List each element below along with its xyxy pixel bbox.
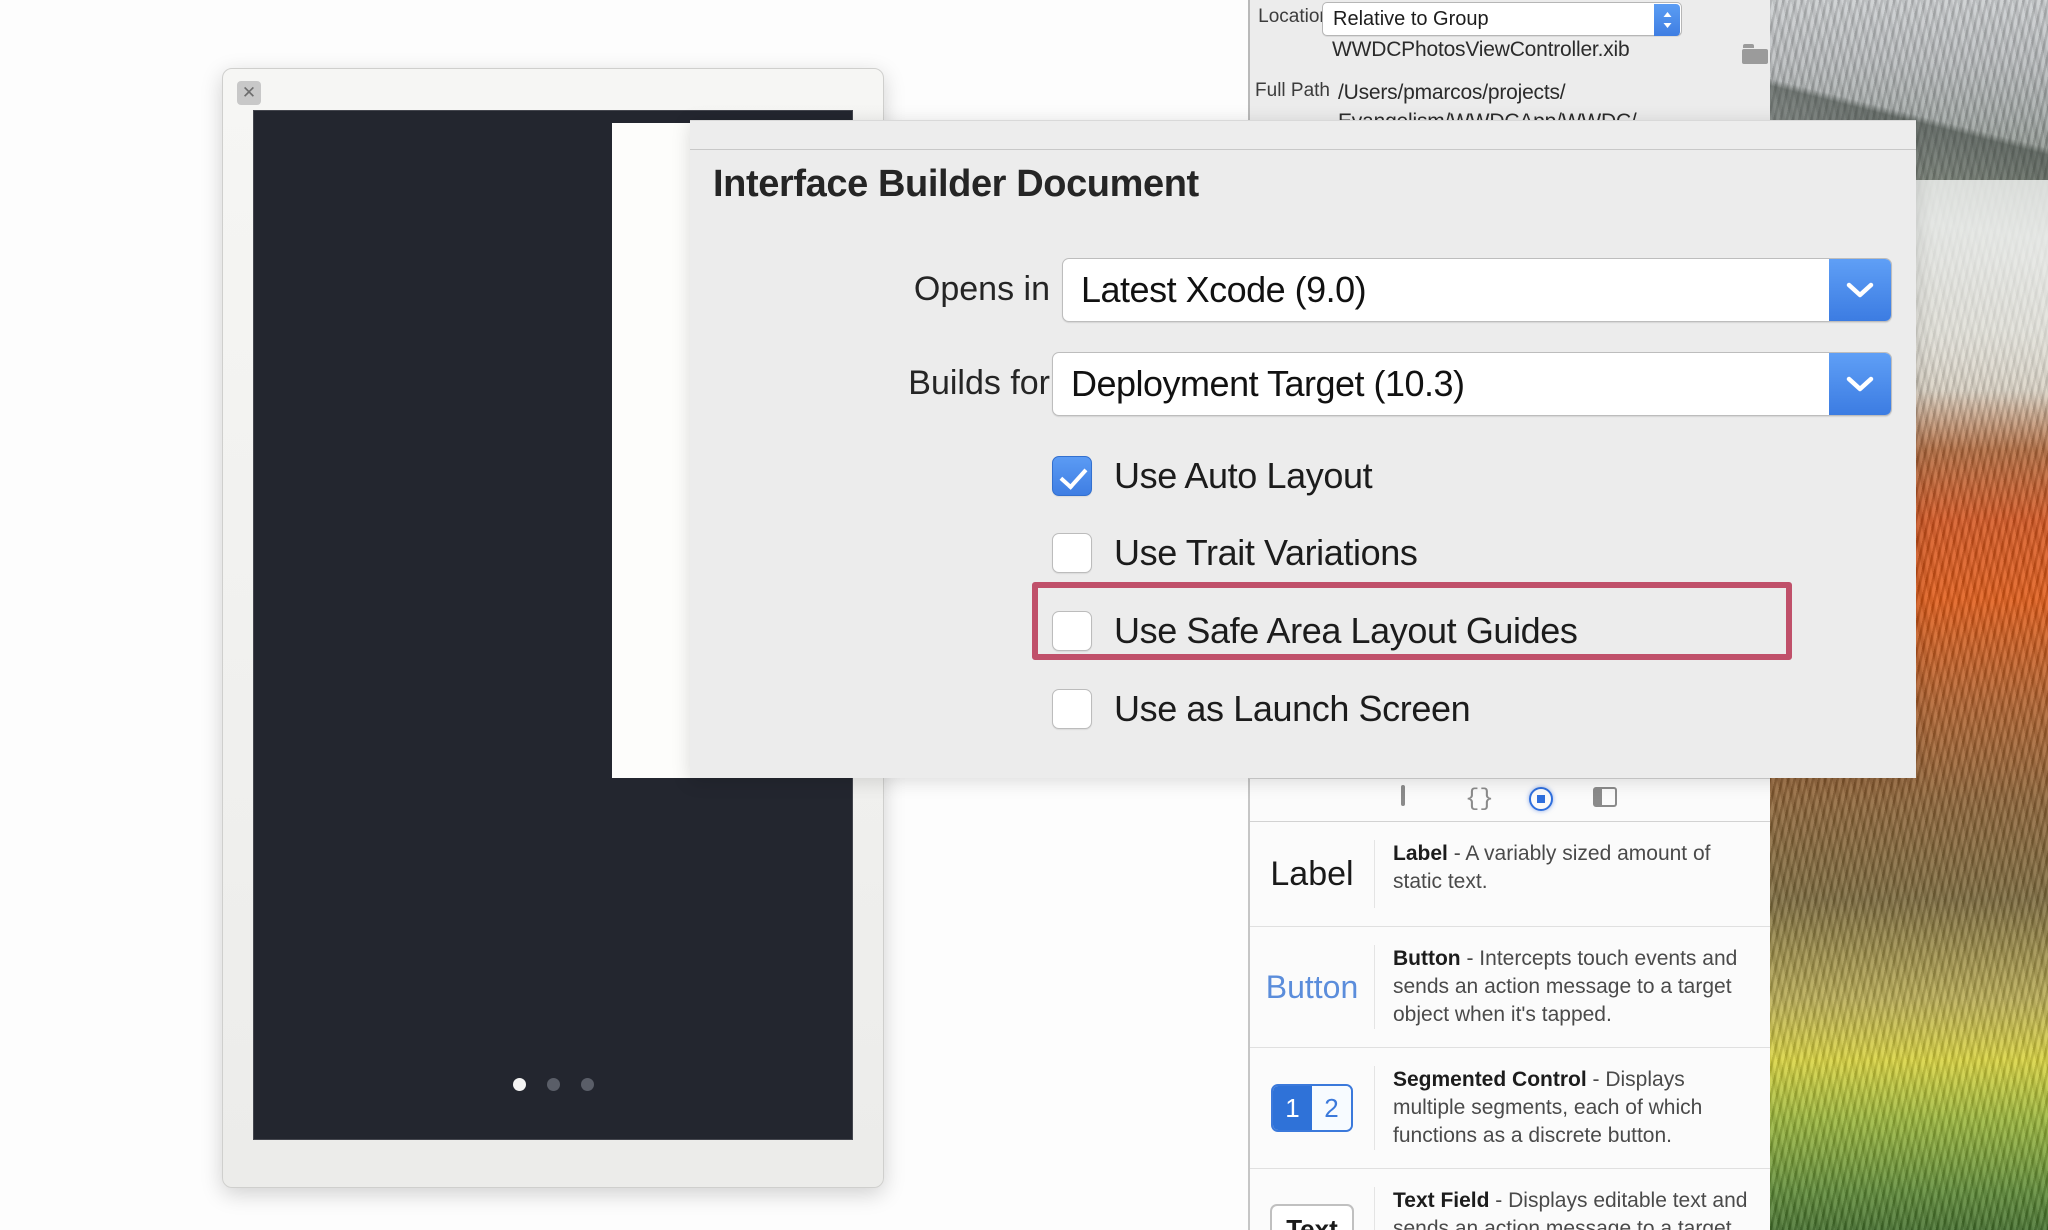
checkbox-row-use-safe-area-layout-guides[interactable]: Use Safe Area Layout Guides [1052, 607, 1578, 655]
list-item[interactable]: Text Text Field - Displays editable text… [1250, 1169, 1770, 1230]
segment-1: 1 [1273, 1086, 1312, 1130]
close-icon[interactable]: ✕ [237, 81, 261, 105]
library-item-title: Text Field [1393, 1189, 1490, 1212]
checkbox-use-auto-layout[interactable] [1052, 456, 1092, 496]
button-thumb: Button [1265, 968, 1359, 1005]
builds-for-popup-button[interactable]: Deployment Target (10.3) [1052, 352, 1892, 416]
library-items-list[interactable]: Label Label - A variably sized amount of… [1250, 822, 1770, 1230]
list-item[interactable]: 1 2 Segmented Control - Displays multipl… [1250, 1048, 1770, 1169]
checkbox-use-as-launch-screen[interactable] [1052, 689, 1092, 729]
opens-in-popup-button[interactable]: Latest Xcode (9.0) [1062, 258, 1892, 322]
library-item-title: Segmented Control [1393, 1068, 1587, 1091]
location-value: Relative to Group [1333, 7, 1489, 30]
library-item-title: Button [1393, 947, 1461, 970]
segment-2: 2 [1312, 1086, 1351, 1130]
library-item-thumbnail: Button [1250, 945, 1375, 1029]
chevron-down-glyph [1846, 376, 1874, 392]
text-field-thumb: Text [1270, 1204, 1354, 1230]
list-item[interactable]: Button Button - Intercepts touch events … [1250, 927, 1770, 1048]
builds-for-value: Deployment Target (10.3) [1071, 363, 1465, 404]
stepper-arrows-icon [1663, 12, 1671, 28]
checkbox-label-use-safe-area-layout-guides: Use Safe Area Layout Guides [1114, 610, 1578, 651]
interface-builder-document-dialog: Interface Builder Document [690, 120, 1916, 778]
library-item-description: Text Field - Displays editable text and … [1375, 1187, 1754, 1230]
page-dot-1[interactable] [512, 1078, 526, 1091]
library-toolbar: {} [1250, 779, 1770, 822]
segmented-control-thumb: 1 2 [1271, 1084, 1353, 1132]
checkbox-row-use-as-launch-screen[interactable]: Use as Launch Screen [1052, 685, 1471, 733]
media-glyph [1593, 787, 1617, 807]
library-item-description: Button - Intercepts touch events and sen… [1375, 945, 1754, 1029]
chevron-down-glyph [1846, 282, 1874, 298]
media-icon[interactable] [1593, 787, 1619, 813]
xib-file-name: WWDCPhotosViewController.xib [1332, 38, 1630, 61]
code-snippet-icon[interactable]: {} [1465, 786, 1494, 813]
library-item-title: Label [1393, 842, 1448, 865]
editor-side-panel [612, 123, 691, 778]
file-template-icon[interactable] [1401, 785, 1427, 813]
chevron-down-icon[interactable] [1829, 259, 1891, 321]
screen-root: ✕ Location Relative to Group WWDCPhotosV… [0, 0, 2048, 1230]
folder-tab [1743, 44, 1754, 48]
location-label: Location [1258, 6, 1330, 27]
label-thumb: Label [1270, 854, 1354, 893]
page-control[interactable] [254, 1078, 852, 1091]
target-glyph [1529, 787, 1553, 811]
opens-in-label: Opens in [913, 270, 1050, 308]
page-title: Interface Builder Document [713, 163, 1199, 205]
checkbox-label-use-auto-layout: Use Auto Layout [1114, 455, 1373, 496]
objects-target-icon[interactable] [1529, 787, 1555, 813]
checkbox-use-safe-area-layout-guides[interactable] [1052, 611, 1092, 651]
library-item-description: Segmented Control - Displays multiple se… [1375, 1066, 1754, 1150]
full-path-label: Full Path [1255, 80, 1330, 101]
folder-body [1742, 49, 1768, 64]
checkbox-label-use-trait-variations: Use Trait Variations [1114, 532, 1418, 573]
library-item-description: Label - A variably sized amount of stati… [1375, 840, 1754, 896]
folder-icon[interactable] [1742, 44, 1768, 64]
braces-glyph: {} [1465, 786, 1494, 813]
page-dot-2[interactable] [546, 1078, 560, 1091]
checkbox-label-use-as-launch-screen: Use as Launch Screen [1114, 688, 1471, 729]
full-path-line-1: /Users/pmarcos/projects/ [1338, 81, 1566, 104]
object-library-panel: {} Label Label - A variably sized amount… [1248, 778, 1770, 1230]
file-glyph [1401, 785, 1405, 806]
checkbox-use-trait-variations[interactable] [1052, 533, 1092, 573]
builds-for-label: Builds for [908, 364, 1050, 402]
library-item-thumbnail: Label [1250, 840, 1375, 908]
page-dot-3[interactable] [580, 1078, 594, 1091]
checkbox-row-use-auto-layout[interactable]: Use Auto Layout [1052, 452, 1373, 500]
location-combobox[interactable]: Relative to Group [1322, 2, 1682, 36]
library-item-thumbnail: 1 2 [1250, 1066, 1375, 1150]
opens-in-value: Latest Xcode (9.0) [1081, 269, 1367, 310]
library-item-thumbnail: Text [1250, 1187, 1375, 1230]
chevron-down-icon[interactable] [1829, 353, 1891, 415]
checkbox-row-use-trait-variations[interactable]: Use Trait Variations [1052, 529, 1418, 577]
list-item[interactable]: Label Label - A variably sized amount of… [1250, 822, 1770, 927]
stepper-updown-icon[interactable] [1654, 4, 1680, 36]
dialog-titlebar [690, 121, 1916, 150]
